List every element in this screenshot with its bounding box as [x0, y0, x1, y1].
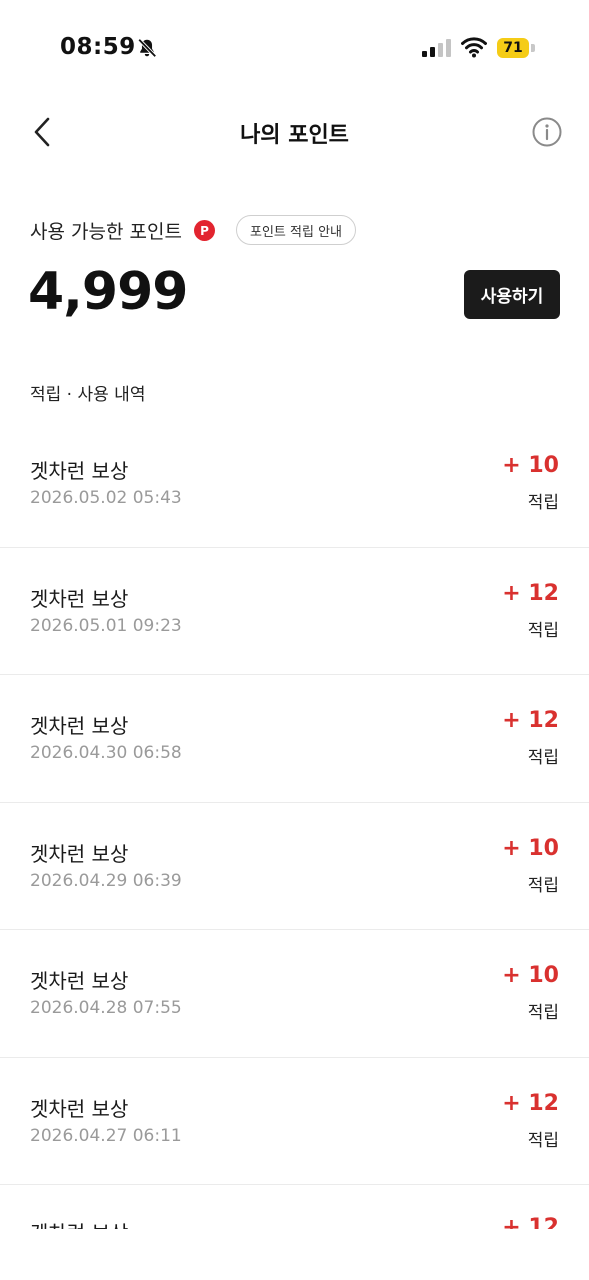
battery-indicator: 71 — [497, 38, 529, 58]
history-date: 2026.05.02 05:43 — [30, 488, 182, 508]
history-type: 적립 — [527, 620, 559, 641]
history-date: 2026.04.27 06:11 — [30, 1125, 182, 1146]
points-value: 4,999 — [28, 262, 188, 322]
history-date: 2026.05.01 09:23 — [30, 615, 182, 636]
history-amount: + 12 — [502, 708, 559, 733]
info-circle-icon — [532, 117, 562, 147]
history-title: 겟차런 보상 — [30, 1217, 128, 1229]
history-type: 적립 — [527, 875, 559, 896]
history-row-partial[interactable]: 겟차런 보상 + 12 — [0, 1205, 589, 1229]
history-date: 2026.04.29 06:39 — [30, 870, 182, 891]
history-type: 적립 — [527, 1003, 559, 1023]
history-amount: + 10 — [502, 453, 559, 478]
history-title: 겟차런 보상 — [30, 969, 129, 993]
history-title: 겟차런 보상 — [30, 459, 129, 483]
history-type: 적립 — [527, 1130, 559, 1151]
points-screen: 08:59 71 나의 포인트 사용 가능한 포인트 P 포인트 적립 안내 4… — [0, 0, 589, 1280]
header: 나의 포인트 — [0, 100, 589, 164]
wifi-icon — [461, 37, 487, 58]
history-title: 겟차런 보상 — [30, 714, 129, 738]
history-row[interactable]: 겟차런 보상 2026.04.28 07:55 + 10 적립 — [0, 930, 589, 1058]
history-row[interactable]: 겟차런 보상 2026.04.30 06:58 + 12 적립 — [0, 675, 589, 803]
history-amount: + 12 — [502, 1090, 559, 1116]
history-title: 겟차런 보상 — [30, 841, 129, 866]
history-amount: + 12 — [502, 1215, 559, 1229]
battery-cap — [531, 44, 535, 52]
page-title: 나의 포인트 — [240, 123, 349, 148]
history-date: 2026.04.30 06:58 — [30, 743, 182, 763]
use-points-button[interactable]: 사용하기 — [464, 270, 560, 319]
history-amount: + 12 — [502, 580, 559, 606]
history-section-label: 적립 · 사용 내역 — [30, 385, 146, 405]
cellular-signal-icon — [422, 39, 451, 57]
history-date: 2026.04.28 07:55 — [30, 998, 182, 1018]
info-button[interactable] — [529, 114, 565, 150]
history-type: 적립 — [527, 748, 559, 768]
points-guide-button[interactable]: 포인트 적립 안내 — [236, 215, 356, 245]
history-row[interactable]: 겟차런 보상 2026.05.01 09:23 + 12 적립 — [0, 548, 589, 675]
history-row[interactable]: 겟차런 보상 2026.05.02 05:43 + 10 적립 — [0, 420, 589, 548]
bell-off-icon — [137, 38, 157, 58]
history-title: 겟차런 보상 — [30, 586, 129, 611]
history-amount: + 10 — [502, 963, 559, 988]
history-amount: + 10 — [502, 835, 559, 861]
history-type: 적립 — [527, 493, 559, 513]
history-row[interactable]: 겟차런 보상 2026.04.29 06:39 + 10 적립 — [0, 803, 589, 930]
status-time: 08:59 — [60, 34, 136, 60]
available-points-label: 사용 가능한 포인트 — [30, 221, 182, 243]
history-title: 겟차런 보상 — [30, 1096, 129, 1121]
status-bar: 08:59 71 — [0, 0, 589, 94]
history-list: 겟차런 보상 2026.05.02 05:43 + 10 적립 겟차런 보상 2… — [0, 420, 589, 1185]
point-badge-icon: P — [194, 220, 215, 241]
history-row[interactable]: 겟차런 보상 2026.04.27 06:11 + 12 적립 — [0, 1058, 589, 1185]
